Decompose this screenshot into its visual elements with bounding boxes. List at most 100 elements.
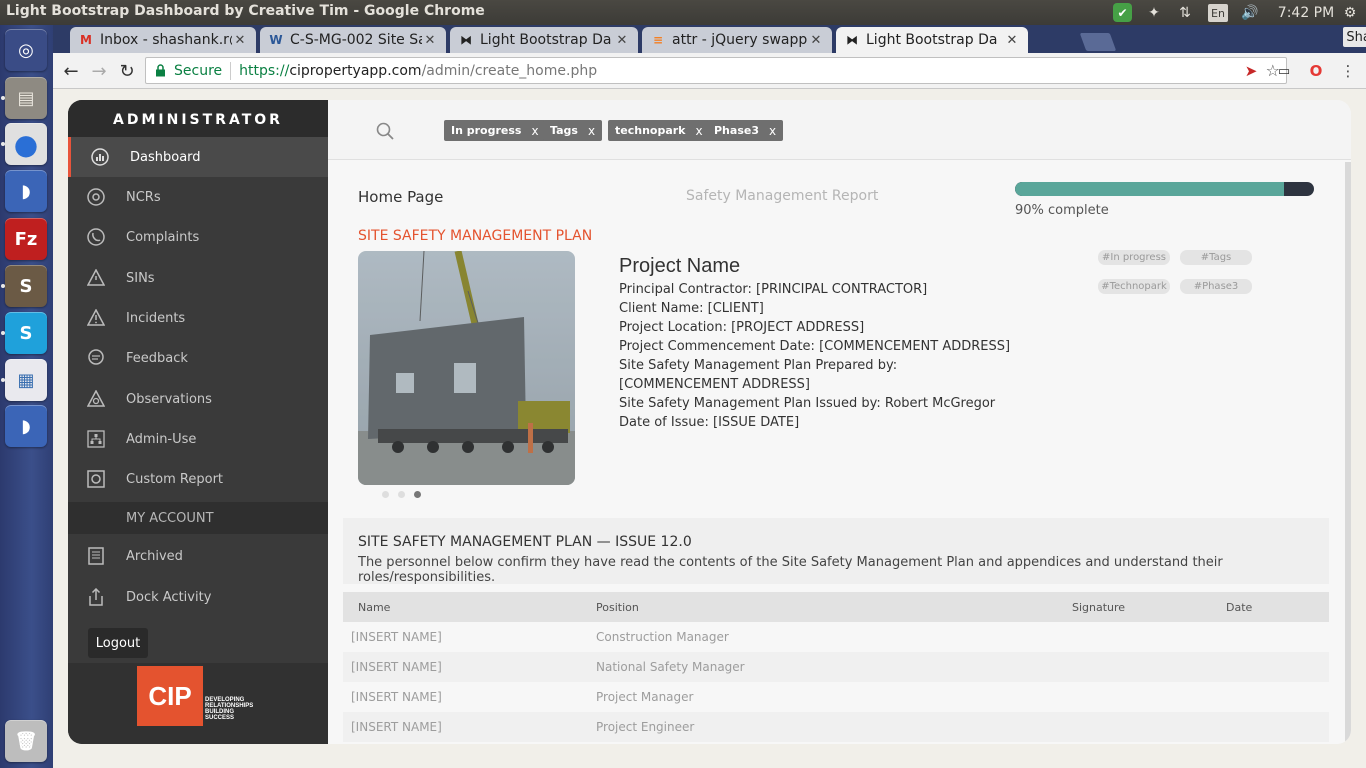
cip-tagline: DEVELOPING RELATIONSHIPS BUILDING SUCCESS xyxy=(205,697,265,721)
tab-close-icon[interactable]: ✕ xyxy=(422,33,438,48)
table-header-cell: Name xyxy=(358,600,391,614)
sidebar-item-label: Complaints xyxy=(126,229,200,245)
sidebar-item-dock-activity[interactable]: Dock Activity xyxy=(68,577,328,617)
table-header-cell: Position xyxy=(596,600,639,614)
sidebar-item-label: Dashboard xyxy=(130,149,201,165)
filter-tag[interactable]: In progress x xyxy=(444,120,546,141)
skype-launcher-icon[interactable]: S xyxy=(5,312,47,354)
network-icon[interactable]: ⇅ xyxy=(1175,3,1195,23)
update-check-icon[interactable]: ✔ xyxy=(1113,3,1132,22)
sidebar-footer: CIP DEVELOPING RELATIONSHIPS BUILDING SUCCE… xyxy=(68,663,328,744)
sidebar-item-incidents[interactable]: Incidents xyxy=(68,298,328,338)
ncr-icon xyxy=(86,187,106,207)
issue-title: SITE SAFETY MANAGEMENT PLAN — ISSUE 12.0 xyxy=(358,534,692,550)
issue-panel: SITE SAFETY MANAGEMENT PLAN — ISSUE 12.0… xyxy=(343,518,1329,585)
files-launcher-icon[interactable]: ▤ xyxy=(5,77,47,119)
document-viewer-running-indicator xyxy=(1,378,5,382)
sidebar-item-dashboard[interactable]: Dashboard xyxy=(68,137,328,177)
dolphin-launcher-icon[interactable]: ◗ xyxy=(5,170,47,212)
hash-tag-chip[interactable]: #Technopark xyxy=(1098,279,1170,294)
sidebar-item-label: Admin-Use xyxy=(126,431,197,447)
tab-close-icon[interactable]: ✕ xyxy=(1004,33,1020,48)
dolphin-2-glyph: ◗ xyxy=(21,415,31,437)
sidebar-item-feedback[interactable]: Feedback xyxy=(68,338,328,378)
filter-tag-label: In progress xyxy=(451,124,522,137)
carousel-dot[interactable] xyxy=(414,491,421,498)
secure-label: Secure xyxy=(174,62,223,79)
trash-launcher-icon[interactable]: 🗑 xyxy=(5,720,47,762)
hash-tag-chip[interactable]: #Tags xyxy=(1180,250,1252,265)
dropbox-icon[interactable]: ✦ xyxy=(1143,3,1165,23)
reload-icon[interactable]: ↻ xyxy=(115,59,139,83)
browser-profile-button[interactable]: Shashank xyxy=(1343,27,1366,47)
browser-tab[interactable]: ⧓ Light Bootstrap Da ✕ xyxy=(450,27,638,53)
project-photo xyxy=(358,251,575,485)
address-bar[interactable]: Secure https:// cipropertyapp.com /admin… xyxy=(145,57,1287,84)
filter-tag[interactable]: Phase3 x xyxy=(707,120,784,141)
tab-favicon-icon: ⧓ xyxy=(846,33,858,47)
ubuntu-dash-glyph: ◎ xyxy=(18,39,34,61)
tab-favicon-icon: ≡ xyxy=(652,33,664,47)
keyboard-layout-indicator[interactable]: En xyxy=(1208,4,1228,22)
chrome-launcher-icon[interactable]: ● xyxy=(5,123,47,165)
hash-tag-chip[interactable]: #Phase3 xyxy=(1180,279,1252,294)
cast-icon[interactable]: ▭ xyxy=(1274,61,1294,81)
system-gear-icon[interactable]: ⚙ xyxy=(1340,3,1360,23)
volume-icon[interactable]: 🔊 xyxy=(1238,3,1262,23)
tab-title: attr - jQuery swapp xyxy=(672,32,808,48)
browser-menu-icon[interactable]: ⋮ xyxy=(1338,61,1358,81)
extension-bird-icon[interactable]: ➤ xyxy=(1241,61,1261,81)
browser-tab[interactable]: W C-S-MG-002 Site Saf ✕ xyxy=(260,27,446,53)
clock[interactable]: 7:42 PM xyxy=(1276,3,1336,23)
sidebar-brand[interactable]: ADMINISTRATOR xyxy=(68,100,328,140)
new-tab-button[interactable] xyxy=(1079,33,1117,51)
remove-tag-icon[interactable]: x xyxy=(588,124,595,138)
progress-bar xyxy=(1015,182,1314,196)
browser-tab[interactable]: M Inbox - shashank.r@ ✕ xyxy=(70,27,256,53)
sidebar-item-observations[interactable]: Observations xyxy=(68,379,328,419)
filter-tag[interactable]: technopark x xyxy=(608,120,710,141)
filter-tag-label: technopark xyxy=(615,124,686,137)
sidebar-item-admin-use[interactable]: Admin-Use xyxy=(68,419,328,459)
carousel-dot[interactable] xyxy=(398,491,405,498)
tab-close-icon[interactable]: ✕ xyxy=(232,33,248,48)
table-header-row: Name Position Signature Date xyxy=(343,592,1329,622)
content-scrollbar[interactable] xyxy=(1345,162,1351,744)
ubuntu-dash-launcher-icon[interactable]: ◎ xyxy=(5,29,47,71)
sidebar-item-complaints[interactable]: Complaints xyxy=(68,217,328,257)
skype-running-indicator xyxy=(1,331,5,335)
opera-extension-icon[interactable]: O xyxy=(1306,61,1326,81)
sidebar-item-ncrs[interactable]: NCRs xyxy=(68,177,328,217)
sidebar-item-label: Incidents xyxy=(126,310,186,326)
browser-tab[interactable]: ⧓ Light Bootstrap Da ✕ xyxy=(836,27,1028,53)
remove-tag-icon[interactable]: x xyxy=(696,124,703,138)
sublime-text-launcher-icon[interactable]: S xyxy=(5,265,47,307)
tab-close-icon[interactable]: ✕ xyxy=(614,33,630,48)
cip-logo: CIP xyxy=(137,666,203,726)
sidebar-item-custom-report[interactable]: Custom Report xyxy=(68,459,328,499)
document-viewer-launcher-icon[interactable]: ▦ xyxy=(5,359,47,401)
remove-tag-icon[interactable]: x xyxy=(769,124,776,138)
project-detail-line: Project Location: [PROJECT ADDRESS] xyxy=(619,320,865,335)
cip-tagline-line: SUCCESS xyxy=(205,715,235,721)
remove-tag-icon[interactable]: x xyxy=(531,124,538,138)
browser-toolbar: ← → ↻ Secure https:// cipropertyapp.com … xyxy=(53,53,1366,89)
search-icon[interactable] xyxy=(376,122,394,140)
forward-arrow-icon[interactable]: → xyxy=(87,59,111,83)
carousel-dot[interactable] xyxy=(382,491,389,498)
filter-tag[interactable]: Tags x xyxy=(543,120,603,141)
sidebar-item-archived[interactable]: Archived xyxy=(68,536,328,576)
back-arrow-icon[interactable]: ← xyxy=(59,59,83,83)
dashboard-card: ADMINISTRATOR Dashboard NCRs Complaints SIN… xyxy=(68,100,1351,744)
dolphin-2-launcher-icon[interactable]: ◗ xyxy=(5,405,47,447)
sidebar-item-sins[interactable]: SINs xyxy=(68,258,328,298)
hash-tag-chip[interactable]: #In progress xyxy=(1098,250,1170,265)
logout-button[interactable]: Logout xyxy=(88,628,148,658)
tab-close-icon[interactable]: ✕ xyxy=(808,33,824,48)
table-cell: Project Manager xyxy=(596,690,694,704)
report-title[interactable]: Safety Management Report xyxy=(686,188,878,204)
filezilla-launcher-icon[interactable]: Fz xyxy=(5,218,47,260)
browser-tab[interactable]: ≡ attr - jQuery swapp ✕ xyxy=(642,27,832,53)
sidebar-item-label: Observations xyxy=(126,391,212,407)
eye-icon xyxy=(86,389,106,409)
